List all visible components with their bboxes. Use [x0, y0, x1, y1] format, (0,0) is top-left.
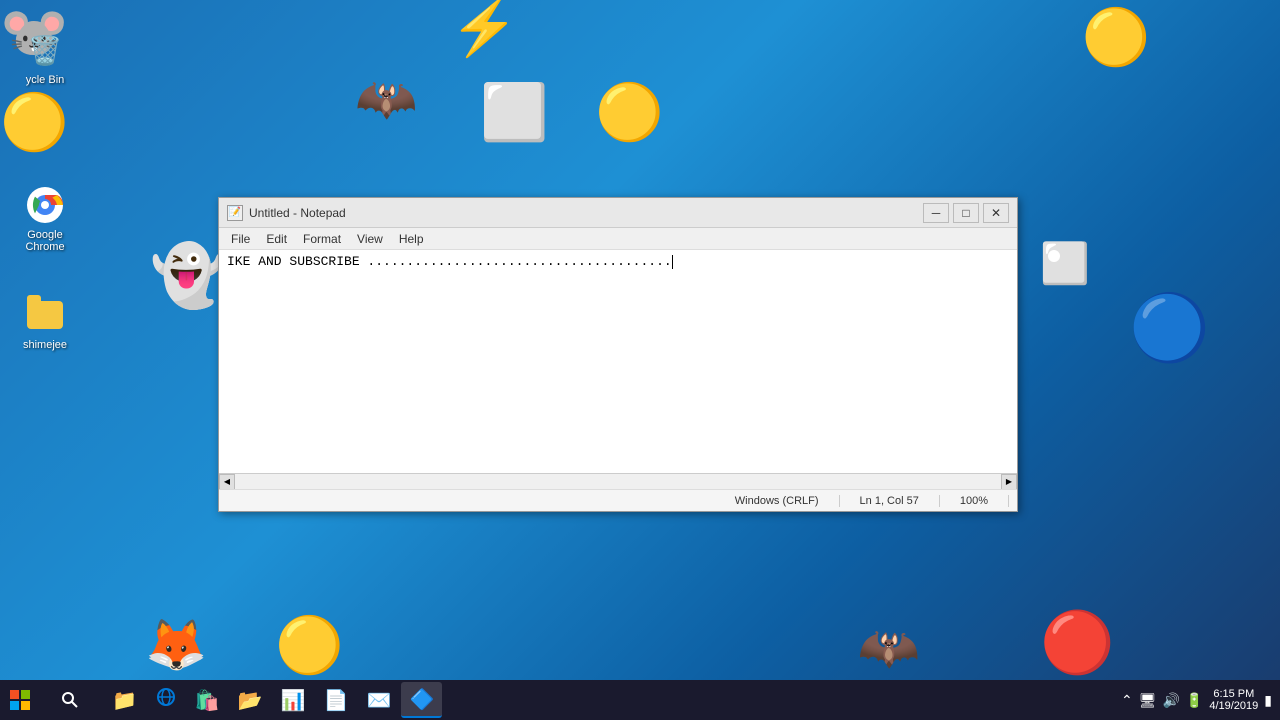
- taskbar: 📁 🛍️ 📂 📊: [0, 680, 1280, 720]
- pokemon-bottom-right: 🦇: [858, 619, 920, 678]
- clock-time: 6:15 PM: [1213, 688, 1254, 700]
- recycle-bin-icon[interactable]: 🗑️ ycle Bin: [10, 30, 80, 86]
- taskbar-item-store[interactable]: 🛍️: [187, 682, 228, 718]
- tray-battery[interactable]: 🔋: [1186, 692, 1203, 709]
- white-dot-decoration: [1048, 250, 1060, 262]
- explorer-icon: 📁: [112, 688, 137, 713]
- text-cursor: [672, 255, 673, 269]
- notepad-text-content: IKE AND SUBSCRIBE ......................…: [227, 254, 672, 269]
- taskbar-item-word[interactable]: 📄: [316, 682, 357, 718]
- taskbar-item-mail[interactable]: ✉️: [359, 682, 400, 718]
- chrome-label: Google Chrome: [10, 229, 80, 253]
- shimejee-icon[interactable]: shimejee: [10, 295, 80, 351]
- view-menu[interactable]: View: [349, 230, 391, 248]
- taskbar-item-explorer[interactable]: 📁: [104, 682, 145, 718]
- taskbar-clock[interactable]: 6:15 PM 4/19/2019: [1209, 688, 1258, 712]
- excel-icon: 📊: [281, 688, 306, 713]
- ie-icon: [155, 686, 177, 714]
- shimejee-label: shimejee: [23, 339, 67, 351]
- pokemon-doraemon: 🔵: [1129, 290, 1210, 366]
- desktop: 🐭 🟡 ⚡ 🦇 ⬜ 🟡 🟡 👻 🔵 ⬜ 🦊 🟡 🦇 🔴 🗑️ ycle Bin …: [0, 0, 1280, 720]
- pokemon-blob: ⬜: [480, 80, 548, 145]
- notepad-title-text: Untitled - Notepad: [249, 206, 346, 220]
- maximize-button[interactable]: □: [953, 203, 979, 223]
- scroll-left-button[interactable]: ◀: [219, 474, 235, 490]
- recycle-bin-label: ycle Bin: [26, 74, 65, 86]
- mail-icon: ✉️: [367, 688, 392, 713]
- help-menu[interactable]: Help: [391, 230, 432, 248]
- word-icon: 📄: [324, 688, 349, 713]
- pokemon-corner: ⬜: [1040, 240, 1090, 287]
- shimejee-image: [25, 295, 65, 335]
- taskbar-search[interactable]: [40, 685, 100, 715]
- notepad-taskbar-icon: 🔷: [409, 687, 434, 712]
- scrollbar-track[interactable]: [235, 474, 1001, 489]
- clock-date: 4/19/2019: [1209, 700, 1258, 712]
- pokemon-bottom-right2: 🔴: [1040, 607, 1115, 678]
- pokemon-bat: 🦇: [355, 70, 417, 129]
- notepad-app-icon: 📝: [227, 205, 243, 221]
- notepad-title-left: 📝 Untitled - Notepad: [227, 205, 346, 221]
- edit-menu[interactable]: Edit: [258, 230, 295, 248]
- chrome-image: [25, 185, 65, 225]
- pokemon-char: 🟡: [595, 80, 663, 145]
- pokemon-topleft2: 🟡: [0, 90, 68, 155]
- notepad-window: 📝 Untitled - Notepad ─ □ ✕ File Edit For…: [218, 197, 1018, 512]
- show-desktop-button[interactable]: ▮: [1264, 692, 1272, 709]
- taskbar-item-notepad[interactable]: 🔷: [401, 682, 442, 718]
- pokemon-ghost: 👻: [150, 240, 225, 311]
- close-button[interactable]: ✕: [983, 203, 1009, 223]
- search-icon: [61, 691, 79, 709]
- pokemon-pikachu-top2: 🟡: [1082, 5, 1150, 70]
- line-ending-status: Windows (CRLF): [715, 495, 840, 507]
- pokemon-bottom-left2: 🟡: [275, 613, 343, 678]
- taskbar-items: 📁 🛍️ 📂 📊: [100, 682, 1113, 718]
- notepad-titlebar[interactable]: 📝 Untitled - Notepad ─ □ ✕: [219, 198, 1017, 228]
- store-icon: 🛍️: [195, 688, 220, 713]
- notepad-window-controls: ─ □ ✕: [923, 203, 1009, 223]
- taskbar-item-filemanager[interactable]: 📂: [230, 682, 271, 718]
- recycle-bin-image: 🗑️: [25, 30, 65, 70]
- taskbar-item-excel[interactable]: 📊: [273, 682, 314, 718]
- tray-volume[interactable]: 🔊: [1162, 692, 1179, 709]
- zoom-status: 100%: [940, 495, 1009, 507]
- notepad-statusbar: Windows (CRLF) Ln 1, Col 57 100%: [219, 489, 1017, 511]
- position-status: Ln 1, Col 57: [840, 495, 940, 507]
- file-menu[interactable]: File: [223, 230, 258, 248]
- scroll-right-button[interactable]: ▶: [1001, 474, 1017, 490]
- chrome-icon[interactable]: Google Chrome: [10, 185, 80, 253]
- pokemon-bottom-left: 🦊: [145, 616, 207, 675]
- taskbar-tray: ⌃ 🖥 🔊 🔋 6:15 PM 4/19/2019 ▮: [1113, 688, 1280, 712]
- windows-logo-icon: [10, 690, 30, 710]
- notepad-menubar: File Edit Format View Help: [219, 228, 1017, 250]
- format-menu[interactable]: Format: [295, 230, 349, 248]
- filemanager-icon: 📂: [238, 688, 263, 713]
- pokemon-pikachu-top: ⚡: [450, 0, 518, 60]
- minimize-button[interactable]: ─: [923, 203, 949, 223]
- taskbar-item-ie[interactable]: [147, 682, 185, 718]
- notepad-content[interactable]: IKE AND SUBSCRIBE ......................…: [219, 250, 1017, 473]
- notepad-scrollbar-horizontal[interactable]: ◀ ▶: [219, 473, 1017, 489]
- start-button[interactable]: [0, 680, 40, 720]
- tray-network[interactable]: 🖥: [1139, 692, 1157, 709]
- tray-chevron[interactable]: ⌃: [1121, 692, 1133, 709]
